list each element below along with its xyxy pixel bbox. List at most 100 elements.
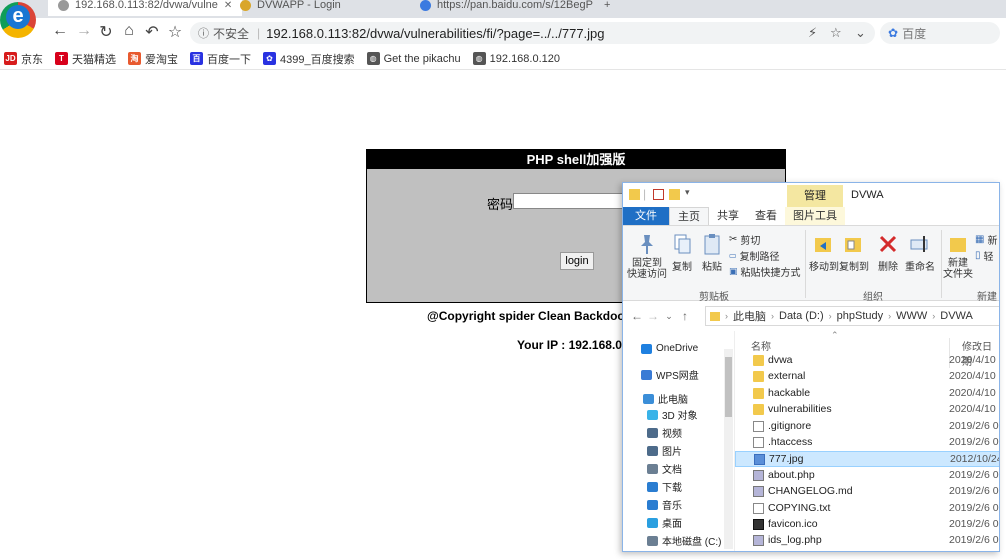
- chevron-down-icon[interactable]: ⌄: [661, 311, 677, 322]
- tab-picture-tools[interactable]: 图片工具: [785, 207, 845, 225]
- address-bar[interactable]: ⓘ 不安全 | 192.168.0.113:82/dvwa/vulnerabil…: [190, 22, 875, 44]
- nav-scrollbar[interactable]: [724, 349, 733, 549]
- folder-icon: [753, 355, 764, 366]
- easy-access-button[interactable]: ▯ 轻: [975, 248, 994, 263]
- nav-item[interactable]: OneDrive: [641, 343, 698, 354]
- tab-file[interactable]: 文件: [623, 207, 669, 225]
- nav-item[interactable]: WPS网盘: [641, 367, 699, 382]
- file-row[interactable]: dvwa 2020/4/10: [735, 353, 999, 369]
- tab-label: https://pan.baidu.com/s/12BegP: [437, 0, 593, 11]
- file-row[interactable]: favicon.ico 2019/2/6 0: [735, 517, 999, 533]
- pin-quick-access-button[interactable]: 固定到 快速访问: [627, 232, 667, 280]
- music-icon: [647, 499, 658, 510]
- paste-button[interactable]: 粘贴: [699, 232, 725, 273]
- undo-icon[interactable]: ↶: [140, 22, 164, 42]
- chevron-down-icon[interactable]: ⌄: [855, 25, 866, 41]
- forward-icon[interactable]: →: [645, 309, 661, 323]
- back-icon[interactable]: ←: [48, 22, 72, 40]
- lightning-icon[interactable]: ⚡: [808, 25, 817, 41]
- copy-to-button[interactable]: 复制到: [839, 232, 869, 273]
- chevron-down-icon[interactable]: ▾: [685, 187, 690, 198]
- delete-button[interactable]: 删除: [877, 232, 899, 273]
- column-header-name[interactable]: 名称: [751, 338, 771, 353]
- home-icon[interactable]: ⌂: [117, 22, 141, 40]
- copy-path-button[interactable]: ▭ 复制路径: [729, 248, 780, 263]
- paste-shortcut-button[interactable]: ▣ 粘贴快捷方式: [729, 264, 801, 279]
- forward-icon[interactable]: →: [72, 22, 96, 40]
- tab-home[interactable]: 主页: [669, 207, 709, 225]
- bookmark-label: 百度一下: [207, 53, 251, 66]
- close-icon[interactable]: ✕: [224, 0, 232, 11]
- file-row[interactable]: 777.jpg 2012/10/24: [735, 451, 999, 468]
- nav-item[interactable]: 图片: [647, 443, 682, 458]
- tab-view[interactable]: 查看: [747, 207, 785, 225]
- copy-label: 复制: [672, 262, 692, 273]
- up-icon[interactable]: ↑: [677, 309, 693, 323]
- copy-button[interactable]: 复制: [669, 232, 695, 273]
- aitaobao-icon: 淘: [128, 52, 141, 65]
- breadcrumb-phpstudy[interactable]: phpStudy: [837, 310, 883, 322]
- breadcrumb-www[interactable]: WWW: [896, 310, 927, 322]
- tab-share[interactable]: 共享: [709, 207, 747, 225]
- file-row[interactable]: external 2020/4/10: [735, 369, 999, 385]
- bookmark-item[interactable]: 百百度一下: [190, 51, 251, 67]
- file-row[interactable]: COPYING.txt 2019/2/6 0: [735, 501, 999, 517]
- nav-item[interactable]: 3D 对象: [647, 407, 698, 422]
- favorite-icon[interactable]: ☆: [163, 22, 187, 42]
- file-explorer-window: | ▾ 管理 DVWA 文件 主页 共享 查看 图片工具 固定到 快速访问 复制: [622, 182, 1000, 552]
- bookmark-item[interactable]: JD 京东: [4, 51, 43, 67]
- file-row[interactable]: about.php 2019/2/6 0: [735, 468, 999, 484]
- file-row[interactable]: CHANGELOG.md 2019/2/6 0: [735, 484, 999, 500]
- new-item-button[interactable]: ▦ 新: [975, 232, 997, 247]
- search-input[interactable]: ✿ 百度: [880, 22, 1000, 44]
- tab-manage[interactable]: 管理: [787, 185, 843, 207]
- cut-button[interactable]: ✂ 剪切: [729, 232, 760, 247]
- breadcrumb-dvwa[interactable]: DVWA: [940, 310, 973, 322]
- tab-dvwapp-login[interactable]: DVWAPP - Login: [240, 0, 341, 16]
- bookmark-item[interactable]: T 天猫精选: [55, 51, 116, 67]
- bookmark-star-icon[interactable]: ☆: [830, 25, 842, 41]
- new-tab-button[interactable]: +: [604, 0, 610, 16]
- file-row[interactable]: .gitignore 2019/2/6 0: [735, 419, 999, 435]
- group-separator: [805, 230, 806, 298]
- tab-baidu-pan[interactable]: https://pan.baidu.com/s/12BegP: [420, 0, 593, 16]
- nav-item[interactable]: 桌面: [647, 515, 682, 530]
- file-row[interactable]: ids_log.php 2019/2/6 0: [735, 533, 999, 549]
- nav-item[interactable]: 本地磁盘 (C:): [647, 533, 721, 548]
- nav-item[interactable]: 文档: [647, 461, 682, 476]
- bookmark-item[interactable]: ✿ 4399_百度搜索: [263, 51, 355, 67]
- scrollbar-thumb[interactable]: [725, 357, 732, 417]
- nav-item[interactable]: 此电脑: [643, 391, 688, 406]
- properties-icon[interactable]: [653, 189, 664, 200]
- bookmark-item[interactable]: ◍ Get the pikachu: [366, 52, 461, 65]
- nav-item[interactable]: 音乐: [647, 497, 682, 512]
- shell-title: PHP shell加强版: [367, 150, 785, 169]
- file-row[interactable]: hackable 2020/4/10: [735, 386, 999, 402]
- explorer-breadcrumb[interactable]: › 此电脑 › Data (D:) › phpStudy › WWW › DVW…: [705, 306, 999, 326]
- info-icon[interactable]: ⓘ: [198, 25, 209, 41]
- reload-icon[interactable]: ↻: [94, 22, 118, 42]
- nav-item[interactable]: 下载: [647, 479, 682, 494]
- nav-item-label: 视频: [662, 429, 682, 440]
- video-icon: [647, 427, 658, 438]
- login-button[interactable]: login: [560, 252, 594, 270]
- rename-button[interactable]: 重命名: [905, 232, 935, 273]
- computer-icon: [643, 393, 654, 404]
- breadcrumb-this-pc[interactable]: 此电脑: [733, 308, 766, 324]
- download-icon: [647, 481, 658, 492]
- url-text[interactable]: 192.168.0.113:82/dvwa/vulnerabilities/fi…: [266, 26, 604, 41]
- move-to-button[interactable]: 移动到: [809, 232, 839, 273]
- new-folder-icon[interactable]: [669, 189, 680, 200]
- browser-logo-icon: [0, 2, 36, 38]
- nav-item[interactable]: 视频: [647, 425, 682, 440]
- file-row[interactable]: .htaccess 2019/2/6 0: [735, 435, 999, 451]
- new-folder-button[interactable]: 新建 文件夹: [943, 232, 973, 280]
- breadcrumb-data-d[interactable]: Data (D:): [779, 310, 824, 322]
- file-name: .gitignore: [768, 419, 812, 432]
- bookmark-item[interactable]: 淘爱淘宝: [128, 51, 178, 67]
- bookmark-item[interactable]: ◍ 192.168.0.120: [472, 52, 560, 65]
- back-icon[interactable]: ←: [629, 309, 645, 323]
- password-input[interactable]: [513, 193, 633, 209]
- tab-dvwa-vulnerabilities[interactable]: 192.168.0.113:82/dvwa/vulne ✕: [48, 0, 243, 16]
- file-row[interactable]: vulnerabilities 2020/4/10: [735, 402, 999, 418]
